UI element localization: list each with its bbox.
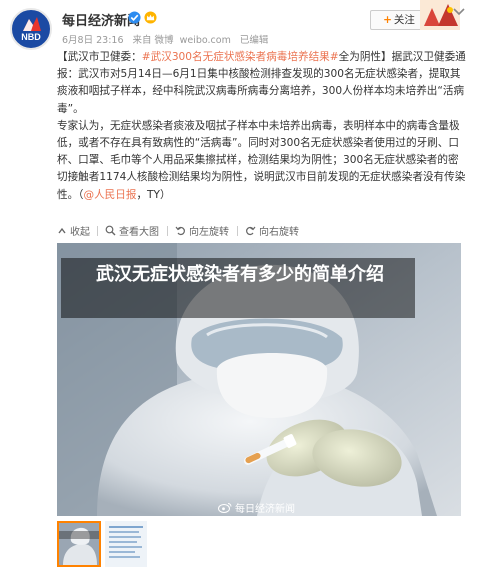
zoom-icon	[105, 225, 116, 236]
post-header: NBD 每日经济新闻 6月8日 23:16 来自 微博 weibo.com 已编辑…	[0, 0, 480, 50]
image-toolbar: 收起 查看大图 向左旋转 向右旋转	[57, 223, 467, 241]
logo-text: NBD	[21, 32, 41, 42]
verified-icon	[128, 11, 141, 24]
rotate-left-icon	[175, 226, 185, 236]
edited-status: 已编辑	[239, 35, 269, 46]
photo-title: 武汉无症状感染者有多少的简单介绍	[96, 264, 384, 285]
source-domain: weibo.com	[179, 35, 231, 46]
divider	[237, 226, 238, 236]
thumbnail-photo-icon	[59, 523, 99, 565]
divider	[97, 226, 98, 236]
view-large-label: 查看大图	[119, 227, 159, 238]
hashtag-link[interactable]: #武汉300名无症状感染者病毒培养结果#	[142, 51, 339, 63]
nbd-logo-icon	[23, 17, 41, 31]
collapse-icon	[58, 227, 66, 233]
rotate-right-icon	[246, 226, 256, 236]
post-meta: 6月8日 23:16 来自 微博 weibo.com 已编辑	[62, 32, 274, 46]
bracket-open: 【	[57, 51, 68, 63]
colon: ：	[131, 51, 142, 63]
post-paragraph-2: 专家认为，无症状感染者痰液及咽拭子样本中未培养出病毒，表明样本中的病毒含量极低，…	[57, 118, 467, 204]
follow-plus-icon: +	[383, 14, 392, 26]
rotate-right-label: 向右旋转	[259, 227, 299, 238]
divider	[167, 226, 168, 236]
thumbnail-1[interactable]	[57, 521, 101, 567]
photo-watermark: 每日经济新闻	[218, 500, 295, 515]
place-name: 武汉市卫健委	[67, 51, 132, 63]
follow-label: 关注	[393, 14, 415, 26]
rotate-left-button[interactable]: 向左旋转	[175, 223, 229, 238]
view-large-button[interactable]: 查看大图	[105, 223, 159, 238]
watermark-text: 每日经济新闻	[235, 504, 295, 515]
avatar[interactable]: NBD	[10, 8, 52, 50]
collapse-label: 收起	[70, 227, 90, 238]
rotate-left-label: 向左旋转	[189, 227, 229, 238]
post-date[interactable]: 6月8日 23:16	[62, 35, 124, 46]
source-prefix: 来自	[132, 35, 152, 46]
collapse-button[interactable]: 收起	[57, 223, 90, 238]
bracket-close: 】	[381, 51, 392, 63]
post-text: 【武汉市卫健委：#武汉300名无症状感染者病毒培养结果#全为阴性】据武汉卫健委通…	[57, 49, 467, 204]
post-paragraph-1: 【武汉市卫健委：#武汉300名无症状感染者病毒培养结果#全为阴性】据武汉卫健委通…	[57, 49, 467, 118]
paren-close: ，TY）	[136, 188, 171, 201]
thumbnail-document-icon	[105, 521, 147, 567]
chevron-down-icon[interactable]	[452, 6, 466, 18]
thumbnail-2[interactable]	[105, 521, 147, 567]
mention-link[interactable]: @人民日报	[83, 189, 136, 201]
rotate-right-button[interactable]: 向右旋转	[245, 223, 299, 238]
weibo-watermark-icon	[218, 503, 232, 513]
member-crown-icon	[144, 11, 157, 24]
source-name[interactable]: 微博	[155, 35, 174, 46]
headline-bold: 全为阴性	[338, 51, 382, 63]
